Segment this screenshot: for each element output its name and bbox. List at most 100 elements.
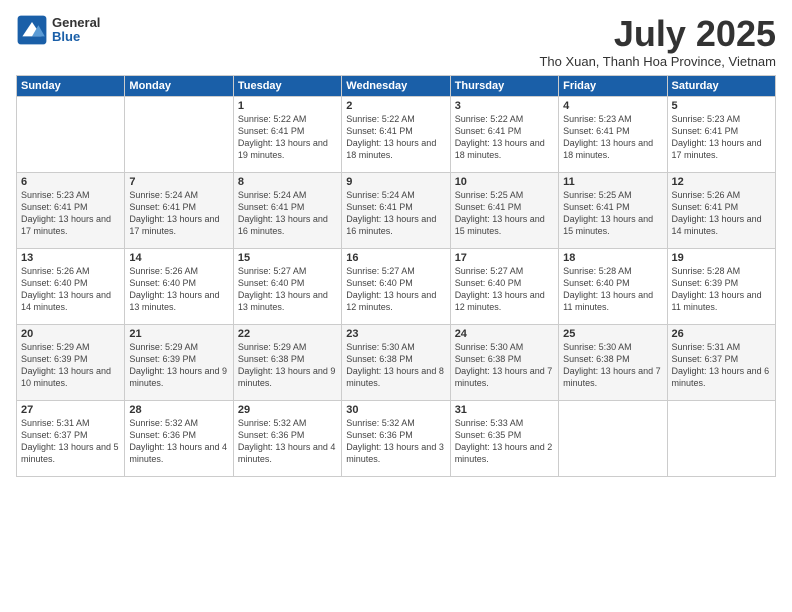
weekday-header-thursday: Thursday xyxy=(450,75,558,96)
calendar-cell: 4Sunrise: 5:23 AM Sunset: 6:41 PM Daylig… xyxy=(559,96,667,172)
calendar-cell xyxy=(17,96,125,172)
day-number: 18 xyxy=(563,252,662,264)
logo-general-label: General xyxy=(52,16,100,30)
day-number: 15 xyxy=(238,252,337,264)
week-row-5: 27Sunrise: 5:31 AM Sunset: 6:37 PM Dayli… xyxy=(17,400,776,476)
day-number: 20 xyxy=(21,328,120,340)
day-number: 9 xyxy=(346,176,445,188)
logo: General Blue xyxy=(16,14,100,46)
day-info: Sunrise: 5:28 AM Sunset: 6:40 PM Dayligh… xyxy=(563,265,662,314)
day-info: Sunrise: 5:30 AM Sunset: 6:38 PM Dayligh… xyxy=(346,341,445,390)
day-info: Sunrise: 5:33 AM Sunset: 6:35 PM Dayligh… xyxy=(455,417,554,466)
day-info: Sunrise: 5:30 AM Sunset: 6:38 PM Dayligh… xyxy=(563,341,662,390)
day-info: Sunrise: 5:24 AM Sunset: 6:41 PM Dayligh… xyxy=(238,189,337,238)
day-number: 1 xyxy=(238,100,337,112)
day-number: 19 xyxy=(672,252,771,264)
day-number: 14 xyxy=(129,252,228,264)
calendar-cell: 7Sunrise: 5:24 AM Sunset: 6:41 PM Daylig… xyxy=(125,172,233,248)
day-number: 4 xyxy=(563,100,662,112)
day-info: Sunrise: 5:23 AM Sunset: 6:41 PM Dayligh… xyxy=(672,113,771,162)
day-number: 25 xyxy=(563,328,662,340)
day-info: Sunrise: 5:29 AM Sunset: 6:38 PM Dayligh… xyxy=(238,341,337,390)
calendar-cell: 16Sunrise: 5:27 AM Sunset: 6:40 PM Dayli… xyxy=(342,248,450,324)
calendar-cell: 18Sunrise: 5:28 AM Sunset: 6:40 PM Dayli… xyxy=(559,248,667,324)
week-row-4: 20Sunrise: 5:29 AM Sunset: 6:39 PM Dayli… xyxy=(17,324,776,400)
day-number: 12 xyxy=(672,176,771,188)
calendar-cell: 9Sunrise: 5:24 AM Sunset: 6:41 PM Daylig… xyxy=(342,172,450,248)
day-info: Sunrise: 5:32 AM Sunset: 6:36 PM Dayligh… xyxy=(346,417,445,466)
day-info: Sunrise: 5:22 AM Sunset: 6:41 PM Dayligh… xyxy=(455,113,554,162)
calendar-cell: 22Sunrise: 5:29 AM Sunset: 6:38 PM Dayli… xyxy=(233,324,341,400)
day-number: 17 xyxy=(455,252,554,264)
calendar-cell: 19Sunrise: 5:28 AM Sunset: 6:39 PM Dayli… xyxy=(667,248,775,324)
calendar-cell: 3Sunrise: 5:22 AM Sunset: 6:41 PM Daylig… xyxy=(450,96,558,172)
week-row-2: 6Sunrise: 5:23 AM Sunset: 6:41 PM Daylig… xyxy=(17,172,776,248)
calendar-cell: 20Sunrise: 5:29 AM Sunset: 6:39 PM Dayli… xyxy=(17,324,125,400)
day-number: 26 xyxy=(672,328,771,340)
day-info: Sunrise: 5:22 AM Sunset: 6:41 PM Dayligh… xyxy=(346,113,445,162)
calendar-cell: 8Sunrise: 5:24 AM Sunset: 6:41 PM Daylig… xyxy=(233,172,341,248)
title-block: July 2025 Tho Xuan, Thanh Hoa Province, … xyxy=(539,14,776,69)
day-number: 5 xyxy=(672,100,771,112)
calendar-cell: 28Sunrise: 5:32 AM Sunset: 6:36 PM Dayli… xyxy=(125,400,233,476)
weekday-header-friday: Friday xyxy=(559,75,667,96)
day-info: Sunrise: 5:29 AM Sunset: 6:39 PM Dayligh… xyxy=(21,341,120,390)
day-info: Sunrise: 5:31 AM Sunset: 6:37 PM Dayligh… xyxy=(672,341,771,390)
day-number: 30 xyxy=(346,404,445,416)
calendar-page: General Blue July 2025 Tho Xuan, Thanh H… xyxy=(0,0,792,612)
day-info: Sunrise: 5:25 AM Sunset: 6:41 PM Dayligh… xyxy=(455,189,554,238)
calendar-cell: 2Sunrise: 5:22 AM Sunset: 6:41 PM Daylig… xyxy=(342,96,450,172)
calendar-cell xyxy=(667,400,775,476)
weekday-header-wednesday: Wednesday xyxy=(342,75,450,96)
day-number: 16 xyxy=(346,252,445,264)
week-row-3: 13 Sunrise: 5:26 AM Sunset: 6:40 PM Dayli… xyxy=(17,248,776,324)
day-info: Sunrise: 5:32 AM Sunset: 6:36 PM Dayligh… xyxy=(238,417,337,466)
day-number: 22 xyxy=(238,328,337,340)
calendar-cell: 17Sunrise: 5:27 AM Sunset: 6:40 PM Dayli… xyxy=(450,248,558,324)
calendar-cell xyxy=(125,96,233,172)
day-info: Sunrise: 5:30 AM Sunset: 6:38 PM Dayligh… xyxy=(455,341,554,390)
day-info: Sunrise: 5:26 AM Sunset: 6:40 PM Dayligh… xyxy=(129,265,228,314)
calendar-cell xyxy=(559,400,667,476)
day-number: 7 xyxy=(129,176,228,188)
day-number: 21 xyxy=(129,328,228,340)
calendar-subtitle: Tho Xuan, Thanh Hoa Province, Vietnam xyxy=(539,54,776,69)
day-number: 31 xyxy=(455,404,554,416)
day-number: 23 xyxy=(346,328,445,340)
day-info: Sunrise: 5:25 AM Sunset: 6:41 PM Dayligh… xyxy=(563,189,662,238)
day-number: 13 xyxy=(21,252,120,264)
calendar-cell: 15Sunrise: 5:27 AM Sunset: 6:40 PM Dayli… xyxy=(233,248,341,324)
calendar-cell: 26Sunrise: 5:31 AM Sunset: 6:37 PM Dayli… xyxy=(667,324,775,400)
day-number: 11 xyxy=(563,176,662,188)
day-number: 6 xyxy=(21,176,120,188)
day-number: 27 xyxy=(21,404,120,416)
day-number: 3 xyxy=(455,100,554,112)
day-number: 8 xyxy=(238,176,337,188)
day-info: Sunrise: 5:24 AM Sunset: 6:41 PM Dayligh… xyxy=(129,189,228,238)
calendar-cell: 27Sunrise: 5:31 AM Sunset: 6:37 PM Dayli… xyxy=(17,400,125,476)
weekday-header-row: SundayMondayTuesdayWednesdayThursdayFrid… xyxy=(17,75,776,96)
day-info: Sunrise: 5:26 AM Sunset: 6:41 PM Dayligh… xyxy=(672,189,771,238)
day-number: 10 xyxy=(455,176,554,188)
day-info: Sunrise: 5:29 AM Sunset: 6:39 PM Dayligh… xyxy=(129,341,228,390)
day-info: Sunrise: 5:32 AM Sunset: 6:36 PM Dayligh… xyxy=(129,417,228,466)
calendar-cell: 25Sunrise: 5:30 AM Sunset: 6:38 PM Dayli… xyxy=(559,324,667,400)
logo-icon xyxy=(16,14,48,46)
calendar-cell: 21Sunrise: 5:29 AM Sunset: 6:39 PM Dayli… xyxy=(125,324,233,400)
day-info: Sunrise: 5:22 AM Sunset: 6:41 PM Dayligh… xyxy=(238,113,337,162)
calendar-cell: 10Sunrise: 5:25 AM Sunset: 6:41 PM Dayli… xyxy=(450,172,558,248)
calendar-cell: 24Sunrise: 5:30 AM Sunset: 6:38 PM Dayli… xyxy=(450,324,558,400)
day-number: 24 xyxy=(455,328,554,340)
calendar-cell: 23Sunrise: 5:30 AM Sunset: 6:38 PM Dayli… xyxy=(342,324,450,400)
calendar-cell: 31Sunrise: 5:33 AM Sunset: 6:35 PM Dayli… xyxy=(450,400,558,476)
calendar-cell: 14Sunrise: 5:26 AM Sunset: 6:40 PM Dayli… xyxy=(125,248,233,324)
calendar-cell: 11Sunrise: 5:25 AM Sunset: 6:41 PM Dayli… xyxy=(559,172,667,248)
day-info: Sunrise: 5:23 AM Sunset: 6:41 PM Dayligh… xyxy=(21,189,120,238)
calendar-cell: 29Sunrise: 5:32 AM Sunset: 6:36 PM Dayli… xyxy=(233,400,341,476)
week-row-1: 1Sunrise: 5:22 AM Sunset: 6:41 PM Daylig… xyxy=(17,96,776,172)
logo-text: General Blue xyxy=(52,16,100,45)
day-number: 28 xyxy=(129,404,228,416)
calendar-table: SundayMondayTuesdayWednesdayThursdayFrid… xyxy=(16,75,776,477)
day-info: Sunrise: 5:27 AM Sunset: 6:40 PM Dayligh… xyxy=(346,265,445,314)
weekday-header-sunday: Sunday xyxy=(17,75,125,96)
